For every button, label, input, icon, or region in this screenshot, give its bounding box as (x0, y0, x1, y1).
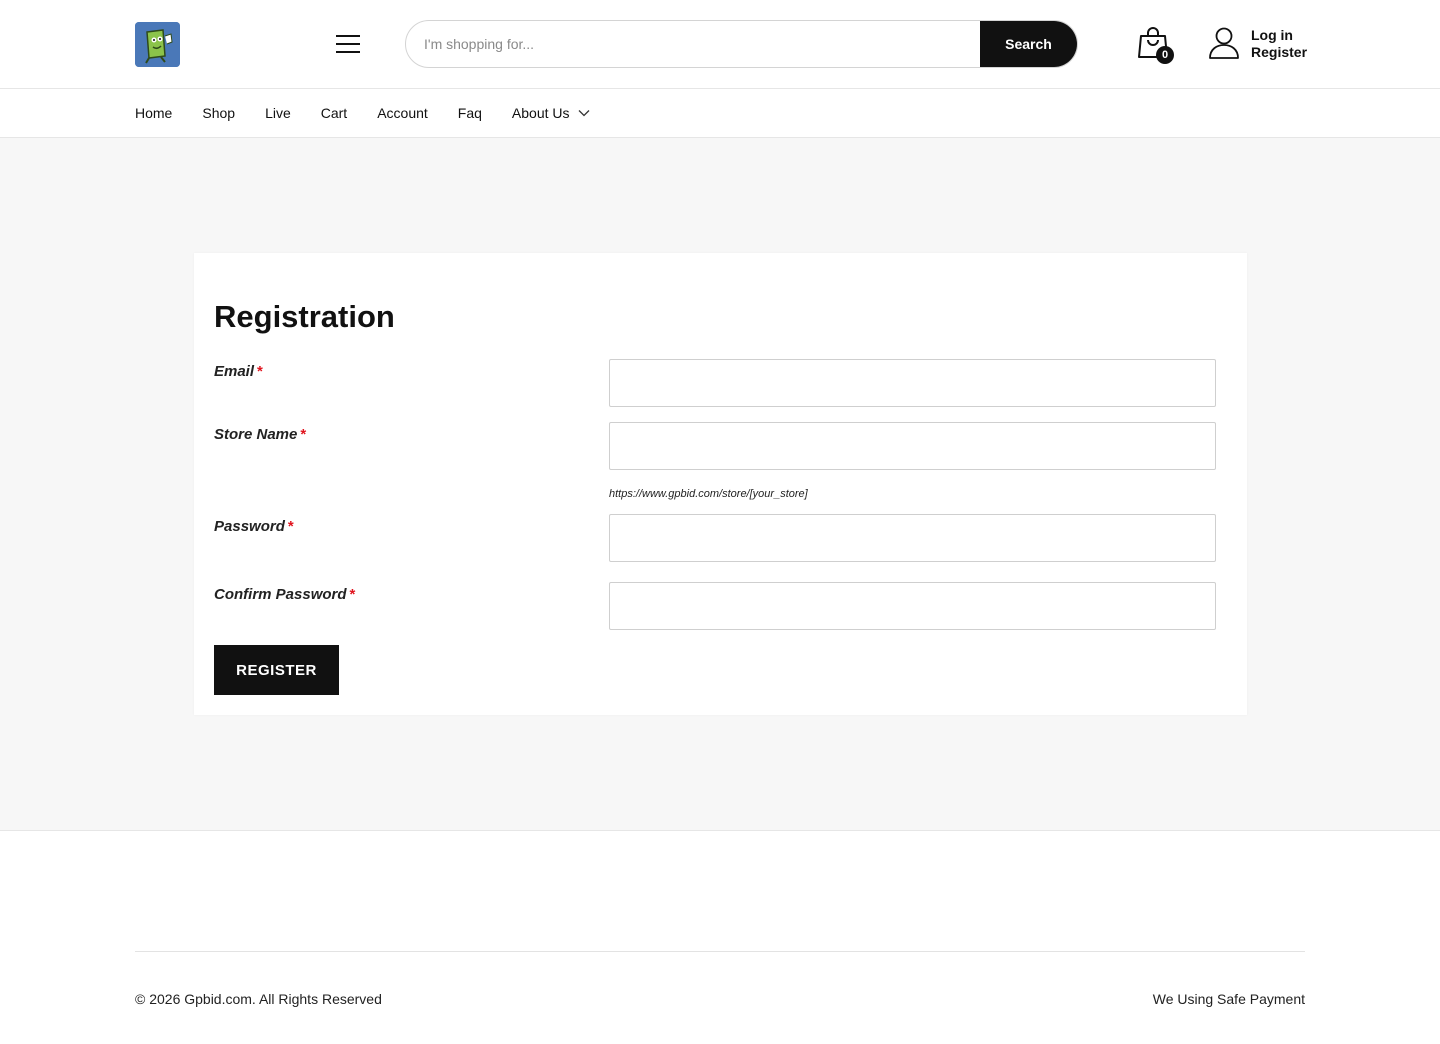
user-icon[interactable] (1208, 26, 1240, 60)
main-content: Registration Email * Store Name * https://… (0, 138, 1440, 831)
page-title: Registration (214, 299, 395, 334)
nav-item-cart[interactable]: Cart (321, 105, 347, 121)
store-name-label: Store Name * (214, 426, 307, 443)
confirm-password-label: Confirm Password * (214, 586, 356, 603)
email-label: Email * (214, 363, 263, 380)
safe-payment-text: We Using Safe Payment (1152, 991, 1305, 1007)
nav-item-about-us-label: About Us (511, 105, 570, 121)
registration-card: Registration Email * Store Name * https://… (194, 253, 1247, 715)
store-name-field[interactable] (609, 422, 1216, 470)
nav-item-faq[interactable]: Faq (458, 105, 482, 121)
search-bar: Search (405, 20, 1078, 68)
required-mark: * (300, 426, 307, 443)
auth-links: Log in Register (1251, 27, 1307, 61)
register-link[interactable]: Register (1251, 44, 1307, 61)
required-mark: * (257, 363, 263, 380)
email-field[interactable] (609, 359, 1216, 407)
site-header: Search 0 Log in Register (0, 0, 1440, 89)
copyright-text: © 2026 Gpbid.com. All Rights Reserved (135, 991, 382, 1007)
required-mark: * (349, 586, 356, 603)
confirm-password-field[interactable] (609, 582, 1216, 630)
nav-item-about-us[interactable]: About Us (512, 105, 590, 121)
password-field[interactable] (609, 514, 1216, 562)
login-link[interactable]: Log in (1251, 27, 1307, 44)
store-url-hint: https://www.gpbid.com/store/[your_store] (609, 488, 808, 500)
cart-count-badge: 0 (1156, 46, 1174, 64)
nav-item-account[interactable]: Account (377, 105, 428, 121)
nav-item-shop[interactable]: Shop (202, 105, 235, 121)
required-mark: * (287, 518, 294, 535)
cart-button[interactable]: 0 (1138, 26, 1174, 64)
search-button[interactable]: Search (980, 21, 1077, 67)
password-label: Password * (214, 518, 294, 535)
hamburger-menu-icon[interactable] (336, 34, 360, 54)
footer-divider (135, 951, 1305, 952)
site-logo[interactable] (135, 22, 180, 67)
register-button[interactable]: REGISTER (214, 645, 339, 695)
account-area: Log in Register (1208, 26, 1308, 62)
search-input[interactable] (406, 21, 982, 67)
chevron-down-icon (578, 110, 589, 117)
main-nav: Home Shop Live Cart Account Faq About Us (0, 89, 1440, 138)
logo-mascot-icon (135, 22, 180, 67)
nav-item-live[interactable]: Live (265, 105, 291, 121)
nav-item-home[interactable]: Home (135, 105, 172, 121)
site-footer: © 2026 Gpbid.com. All Rights Reserved We… (0, 831, 1440, 1044)
